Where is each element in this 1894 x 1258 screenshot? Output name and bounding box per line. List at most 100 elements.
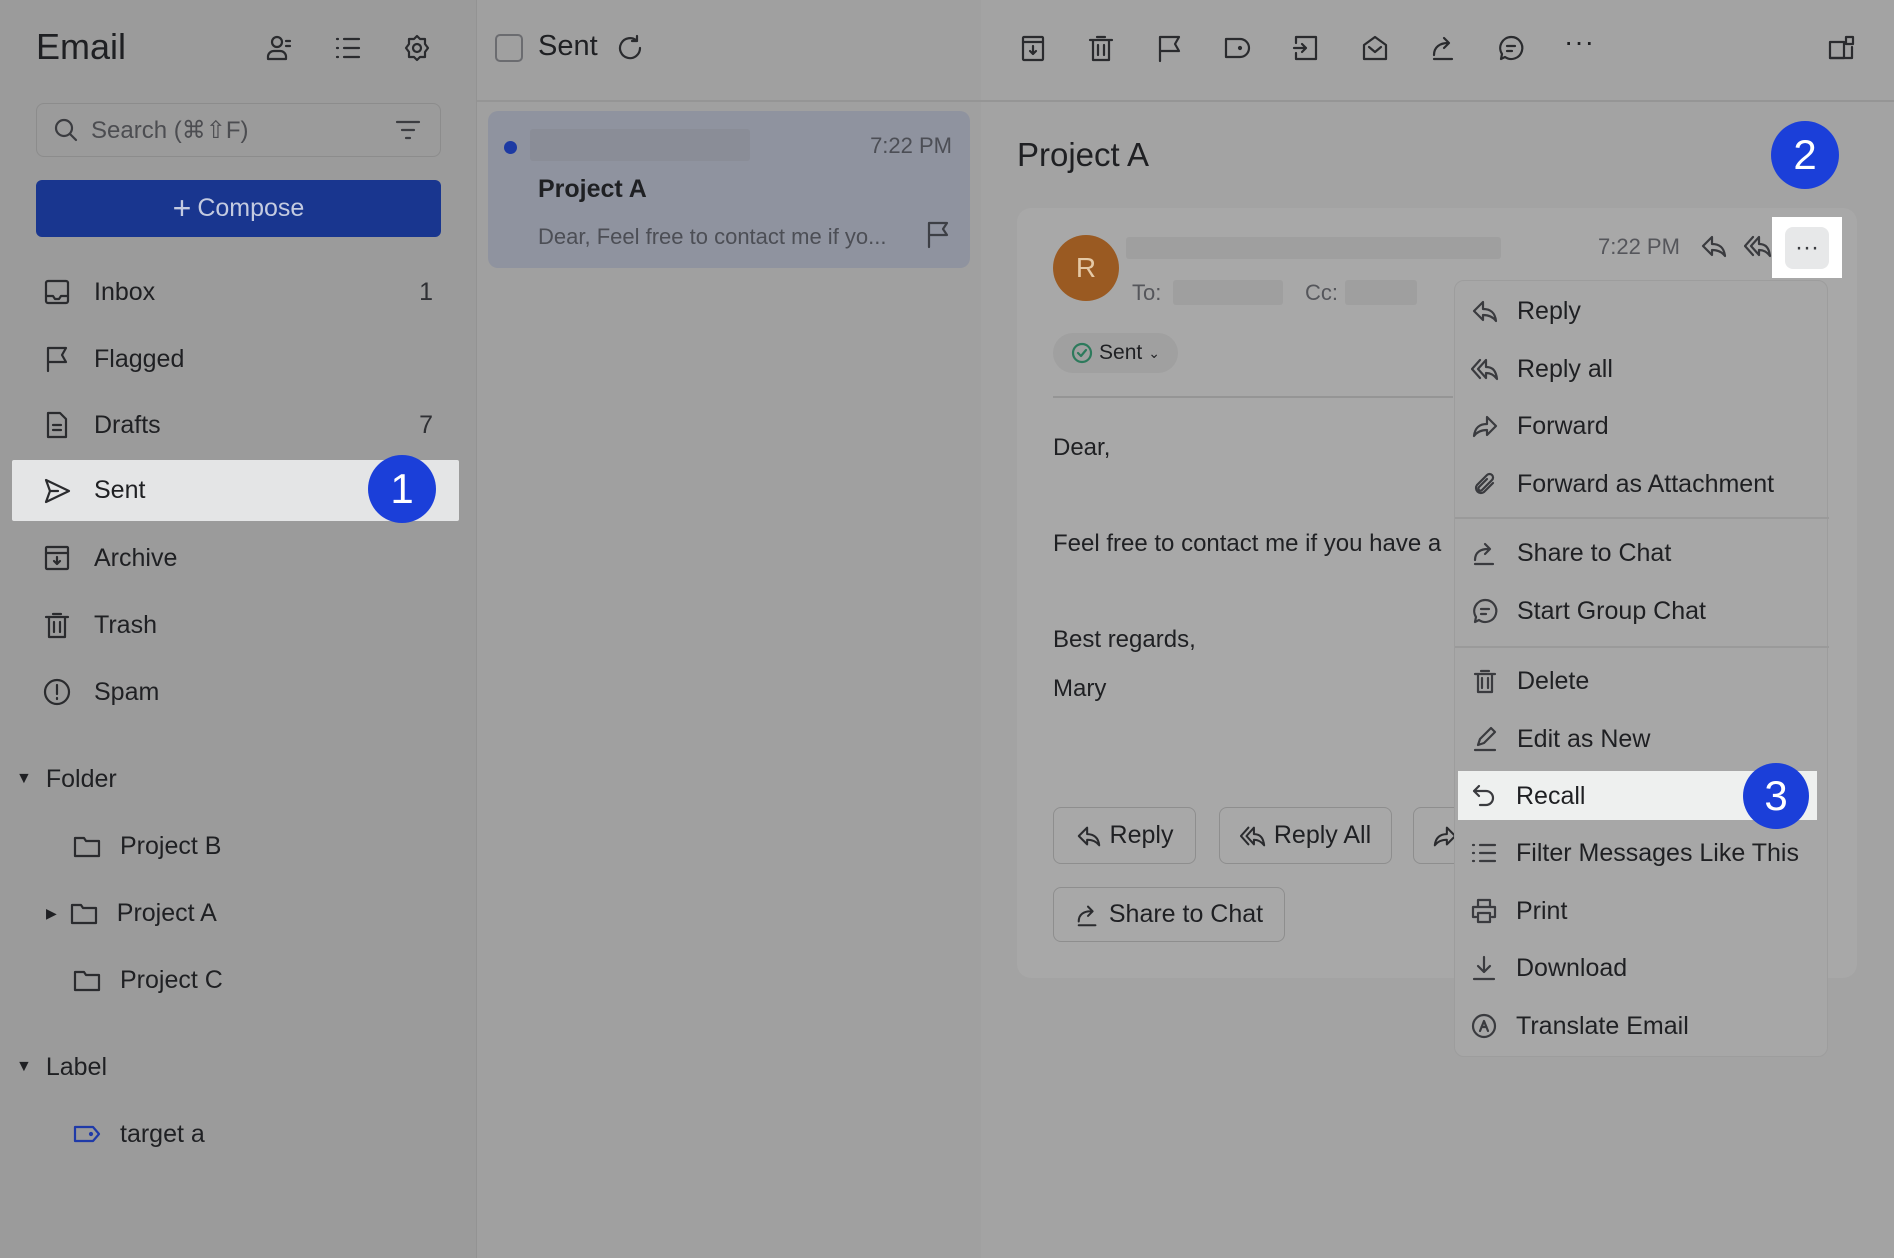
reply-button[interactable]: Reply xyxy=(1053,807,1196,864)
label-section-toggle[interactable]: ▼ Label xyxy=(16,1042,107,1092)
email-time: 7:22 PM xyxy=(1598,234,1680,259)
folder-item-project-b[interactable]: Project B xyxy=(72,821,221,871)
step-badge-1: 1 xyxy=(368,455,436,523)
avatar[interactable]: R xyxy=(1053,235,1119,301)
sidebar-item-label: Flagged xyxy=(94,344,185,373)
folder-item-project-a[interactable]: ▶ Project A xyxy=(46,888,217,938)
select-all-checkbox[interactable] xyxy=(495,34,523,62)
menu-item-label: Reply all xyxy=(1517,354,1613,383)
share-icon xyxy=(1077,905,1097,926)
folder-icon xyxy=(73,836,101,858)
label-item-target-a[interactable]: target a xyxy=(72,1109,205,1159)
edit-icon xyxy=(1473,726,1497,752)
folder-item-project-c[interactable]: Project C xyxy=(72,955,223,1005)
sidebar-item-flagged[interactable]: Flagged xyxy=(12,329,459,389)
status-dropdown[interactable]: Sent ⌄ xyxy=(1053,333,1178,373)
status-label: Sent xyxy=(1099,341,1143,364)
label-icon[interactable] xyxy=(1222,33,1252,63)
menu-item-share-to-chat[interactable]: Share to Chat xyxy=(1471,529,1827,577)
menu-item-label: Reply xyxy=(1517,296,1581,325)
folder-section-toggle[interactable]: ▼ Folder xyxy=(16,754,117,804)
flag-icon[interactable] xyxy=(1154,33,1184,63)
chat-icon[interactable] xyxy=(1496,33,1526,63)
filter-list-icon xyxy=(1471,843,1497,863)
reply-all-button[interactable]: Reply All xyxy=(1219,807,1392,864)
sidebar-item-label: Sent xyxy=(94,476,146,504)
folder-label: Project B xyxy=(120,831,222,860)
menu-item-forward[interactable]: Forward xyxy=(1471,402,1827,450)
menu-item-translate-email[interactable]: Translate Email xyxy=(1470,1002,1826,1050)
share-to-chat-button[interactable]: Share to Chat xyxy=(1053,887,1285,942)
menu-item-delete[interactable]: Delete xyxy=(1471,657,1827,705)
filter-icon[interactable] xyxy=(394,116,422,144)
menu-item-reply[interactable]: Reply xyxy=(1471,287,1827,335)
sidebar-item-trash[interactable]: Trash xyxy=(12,595,459,655)
step-badge-2: 2 xyxy=(1771,121,1839,189)
folder-icon xyxy=(73,970,101,992)
compose-label: Compose xyxy=(197,194,305,222)
share-icon xyxy=(1473,542,1495,566)
button-label: Share to Chat xyxy=(1108,900,1264,928)
menu-item-reply-all[interactable]: Reply all xyxy=(1471,345,1827,393)
button-label: Reply xyxy=(1109,821,1174,849)
check-circle-icon xyxy=(1071,342,1093,364)
plus-icon: + xyxy=(172,190,192,226)
move-to-folder-icon[interactable] xyxy=(1291,33,1321,63)
cc-label: Cc: xyxy=(1305,280,1338,305)
draft-icon xyxy=(46,411,68,439)
compose-button[interactable]: + Compose xyxy=(36,180,441,237)
share-icon[interactable] xyxy=(1428,33,1458,63)
menu-item-filter-messages[interactable]: Filter Messages Like This xyxy=(1470,829,1826,877)
open-window-icon[interactable] xyxy=(1826,33,1856,63)
printer-icon xyxy=(1471,898,1497,924)
app-title: Email xyxy=(36,26,127,67)
translate-icon xyxy=(1471,1013,1497,1039)
sidebar-item-spam[interactable]: Spam xyxy=(12,662,459,722)
menu-divider xyxy=(1455,646,1829,648)
header-divider xyxy=(1053,396,1453,398)
sidebar-item-drafts[interactable]: Drafts 7 xyxy=(12,395,459,455)
caret-down-icon: ▼ xyxy=(16,770,32,787)
archive-icon xyxy=(44,545,70,571)
menu-item-label: Recall xyxy=(1516,781,1586,810)
gear-icon[interactable] xyxy=(402,33,432,63)
menu-item-forward-as-attachment[interactable]: Forward as Attachment xyxy=(1471,460,1827,508)
reply-all-icon xyxy=(1471,358,1499,381)
button-label: Reply All xyxy=(1273,821,1372,849)
menu-item-edit-as-new[interactable]: Edit as New xyxy=(1471,715,1827,763)
mark-read-icon[interactable] xyxy=(1360,33,1390,63)
search-placeholder: Search (⌘⇧F) xyxy=(91,116,249,144)
menu-item-label: Start Group Chat xyxy=(1517,596,1706,625)
to-redacted xyxy=(1173,280,1283,305)
list-view-icon[interactable] xyxy=(333,33,363,63)
sidebar-item-archive[interactable]: Archive xyxy=(12,528,459,588)
message-time: 7:22 PM xyxy=(870,133,952,158)
sidebar-item-inbox[interactable]: Inbox 1 xyxy=(12,262,459,322)
sender-redacted xyxy=(1126,237,1501,259)
menu-item-start-group-chat[interactable]: Start Group Chat xyxy=(1471,587,1827,635)
message-list-item[interactable]: 7:22 PM Project A Dear, Feel free to con… xyxy=(488,111,970,268)
section-label: Label xyxy=(45,1052,108,1081)
search-input[interactable]: Search (⌘⇧F) xyxy=(36,103,441,157)
trash-icon[interactable] xyxy=(1086,33,1116,63)
contacts-icon[interactable] xyxy=(265,33,295,63)
menu-item-label: Forward as Attachment xyxy=(1517,469,1775,498)
chat-icon xyxy=(1473,598,1498,624)
flag-icon[interactable] xyxy=(924,219,952,249)
more-icon: ··· xyxy=(1785,226,1829,269)
archive-icon[interactable] xyxy=(1018,33,1048,63)
reply-icon[interactable] xyxy=(1700,232,1728,260)
inbox-icon xyxy=(44,279,70,305)
folder-icon xyxy=(70,903,97,925)
reply-all-icon[interactable] xyxy=(1744,232,1772,260)
menu-item-label: Delete xyxy=(1517,666,1590,695)
menu-item-download[interactable]: Download xyxy=(1470,944,1826,992)
menu-item-print[interactable]: Print xyxy=(1470,887,1826,935)
body-signature: Mary xyxy=(1053,675,1107,702)
body-text: Feel free to contact me if you have a xyxy=(1053,530,1442,557)
refresh-icon[interactable] xyxy=(615,33,645,63)
header-divider xyxy=(477,100,1894,102)
caret-right-icon[interactable]: ▶ xyxy=(46,905,57,922)
more-actions-button[interactable]: ··· xyxy=(1772,217,1842,278)
more-toolbar-icon[interactable]: ··· xyxy=(1564,26,1595,58)
